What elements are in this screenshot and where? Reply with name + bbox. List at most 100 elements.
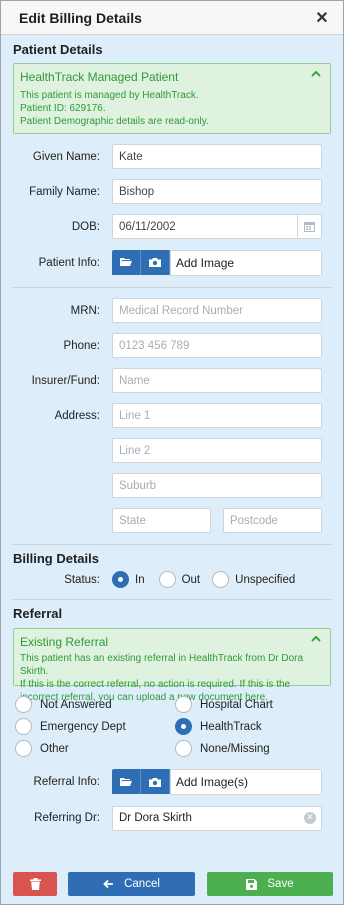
- suburb-row: Suburb: [1, 468, 343, 503]
- trash-icon: [29, 878, 41, 890]
- radio-in[interactable]: [112, 571, 129, 588]
- insurer-input[interactable]: Name: [112, 368, 322, 393]
- referral-info-row: Referral Info: Add Image(s): [1, 764, 343, 800]
- modal-header: Edit Billing Details ✕: [1, 1, 343, 35]
- referring-dr-field[interactable]: Dr Dora Skirth ✕: [112, 805, 322, 831]
- save-button[interactable]: Save: [207, 872, 333, 896]
- address-line1-input[interactable]: Line 1: [112, 403, 322, 428]
- status-in-option[interactable]: In: [112, 571, 145, 588]
- address-line1-row: Address: Line 1: [1, 398, 343, 433]
- radio-out[interactable]: [158, 571, 176, 588]
- radio-emergency-dept[interactable]: [15, 718, 32, 735]
- referral-option-label: Other: [40, 742, 69, 755]
- dob-row: DOB: 06/11/2002: [1, 209, 343, 244]
- referral-not-answered-option[interactable]: Not Answered: [15, 696, 112, 713]
- save-label: Save: [267, 878, 294, 890]
- radio-not-answered[interactable]: [15, 696, 32, 713]
- delete-button[interactable]: [13, 872, 57, 896]
- calendar-icon[interactable]: [297, 215, 321, 238]
- healthtrack-managed-alert: HealthTrack Managed Patient This patient…: [13, 63, 331, 134]
- patient-info-image-group: Add Image: [112, 249, 322, 276]
- folder-icon[interactable]: [112, 249, 141, 275]
- radio-unspecified[interactable]: [212, 571, 230, 588]
- referral-option-label: HealthTrack: [200, 720, 262, 733]
- status-in-label: In: [135, 573, 145, 586]
- referring-dr-row: Referring Dr: Dr Dora Skirth ✕: [1, 800, 343, 836]
- status-out-label: Out: [181, 573, 201, 586]
- existing-referral-alert: Existing Referral This patient has an ex…: [13, 628, 331, 703]
- save-icon: [246, 878, 258, 890]
- cancel-button[interactable]: Cancel: [68, 872, 195, 896]
- edit-billing-modal: Edit Billing Details ✕ Patient Details H…: [0, 0, 344, 905]
- referral-info-label: Referral Info:: [33, 776, 100, 788]
- alert-title: HealthTrack Managed Patient: [20, 70, 179, 84]
- family-name-row: Family Name: Bishop: [1, 174, 343, 209]
- referral-option-label: Not Answered: [40, 698, 112, 711]
- patient-info-label: Patient Info:: [38, 256, 100, 269]
- referral-healthtrack-option[interactable]: HealthTrack: [175, 718, 262, 735]
- referral-other-option[interactable]: Other: [15, 740, 69, 757]
- clear-icon[interactable]: ✕: [304, 811, 316, 824]
- modal-title: Edit Billing Details: [19, 9, 142, 26]
- add-image-button[interactable]: Add Image: [170, 249, 322, 276]
- family-name-label: Family Name:: [29, 185, 100, 198]
- billing-details-heading: Billing Details: [13, 551, 99, 566]
- referral-hospital-chart-option[interactable]: Hospital Chart: [175, 696, 273, 713]
- camera-icon[interactable]: [141, 249, 170, 275]
- status-out-option[interactable]: Out: [158, 571, 201, 588]
- alert-line: This patient is managed by HealthTrack.: [20, 90, 199, 101]
- referring-dr-value: Dr Dora Skirth: [119, 812, 192, 824]
- referral-none-missing-option[interactable]: None/Missing: [175, 740, 270, 757]
- referral-option-label: None/Missing: [200, 742, 270, 755]
- referral-option-label: Emergency Dept: [40, 720, 126, 733]
- status-unspecified-option[interactable]: Unspecified: [212, 571, 295, 588]
- phone-label: Phone:: [63, 339, 100, 352]
- patient-details-heading: Patient Details: [13, 42, 103, 57]
- insurer-row: Insurer/Fund: Name: [1, 363, 343, 398]
- arrow-left-icon: [103, 879, 114, 889]
- insurer-label: Insurer/Fund:: [31, 374, 100, 387]
- given-name-row: Given Name: Kate: [1, 139, 343, 174]
- radio-hospital-chart[interactable]: [175, 696, 192, 713]
- radio-none-missing[interactable]: [175, 740, 192, 757]
- add-images-button[interactable]: Add Image(s): [170, 769, 322, 795]
- referral-image-group: Add Image(s): [112, 769, 322, 795]
- address-line2-input[interactable]: Line 2: [112, 438, 322, 463]
- chevron-up-icon[interactable]: [310, 633, 322, 645]
- radio-other[interactable]: [15, 740, 32, 757]
- camera-icon[interactable]: [141, 769, 170, 794]
- referring-dr-label: Referring Dr:: [34, 812, 100, 824]
- referral-heading: Referral: [13, 606, 63, 621]
- referral-option-label: Hospital Chart: [200, 698, 273, 711]
- referral-alert-title: Existing Referral: [20, 635, 109, 649]
- phone-row: Phone: 0123 456 789: [1, 328, 343, 363]
- given-name-label: Given Name:: [32, 150, 100, 163]
- state-postcode-row: State Postcode: [1, 503, 343, 538]
- dob-field[interactable]: 06/11/2002: [112, 214, 322, 239]
- status-label: Status:: [64, 573, 100, 586]
- referral-options: Not Answered Hospital Chart Emergency De…: [1, 686, 343, 764]
- patient-info-row: Patient Info: Add Image: [1, 244, 343, 281]
- dob-label: DOB:: [71, 220, 100, 233]
- address-label: Address:: [54, 409, 100, 422]
- folder-icon[interactable]: [112, 769, 141, 794]
- phone-input[interactable]: 0123 456 789: [112, 333, 322, 358]
- cancel-label: Cancel: [124, 878, 160, 890]
- suburb-input[interactable]: Suburb: [112, 473, 322, 498]
- state-input[interactable]: State: [112, 508, 211, 533]
- mrn-input[interactable]: Medical Record Number: [112, 298, 322, 323]
- radio-healthtrack[interactable]: [175, 718, 192, 735]
- referral-alert-line: This patient has an existing referral in…: [20, 653, 304, 677]
- address-line2-row: Line 2: [1, 433, 343, 468]
- family-name-field[interactable]: Bishop: [112, 179, 322, 204]
- alert-line: Patient ID: 629176.: [20, 103, 106, 114]
- status-unspecified-label: Unspecified: [235, 573, 296, 586]
- postcode-input[interactable]: Postcode: [223, 508, 322, 533]
- mrn-label: MRN:: [70, 304, 100, 317]
- chevron-up-icon[interactable]: [310, 68, 322, 80]
- referral-emergency-dept-option[interactable]: Emergency Dept: [15, 718, 126, 735]
- billing-status-row: Status: In Out Unspecified: [1, 566, 343, 593]
- close-icon[interactable]: ✕: [313, 9, 331, 27]
- mrn-row: MRN: Medical Record Number: [1, 293, 343, 328]
- given-name-field[interactable]: Kate: [112, 144, 322, 169]
